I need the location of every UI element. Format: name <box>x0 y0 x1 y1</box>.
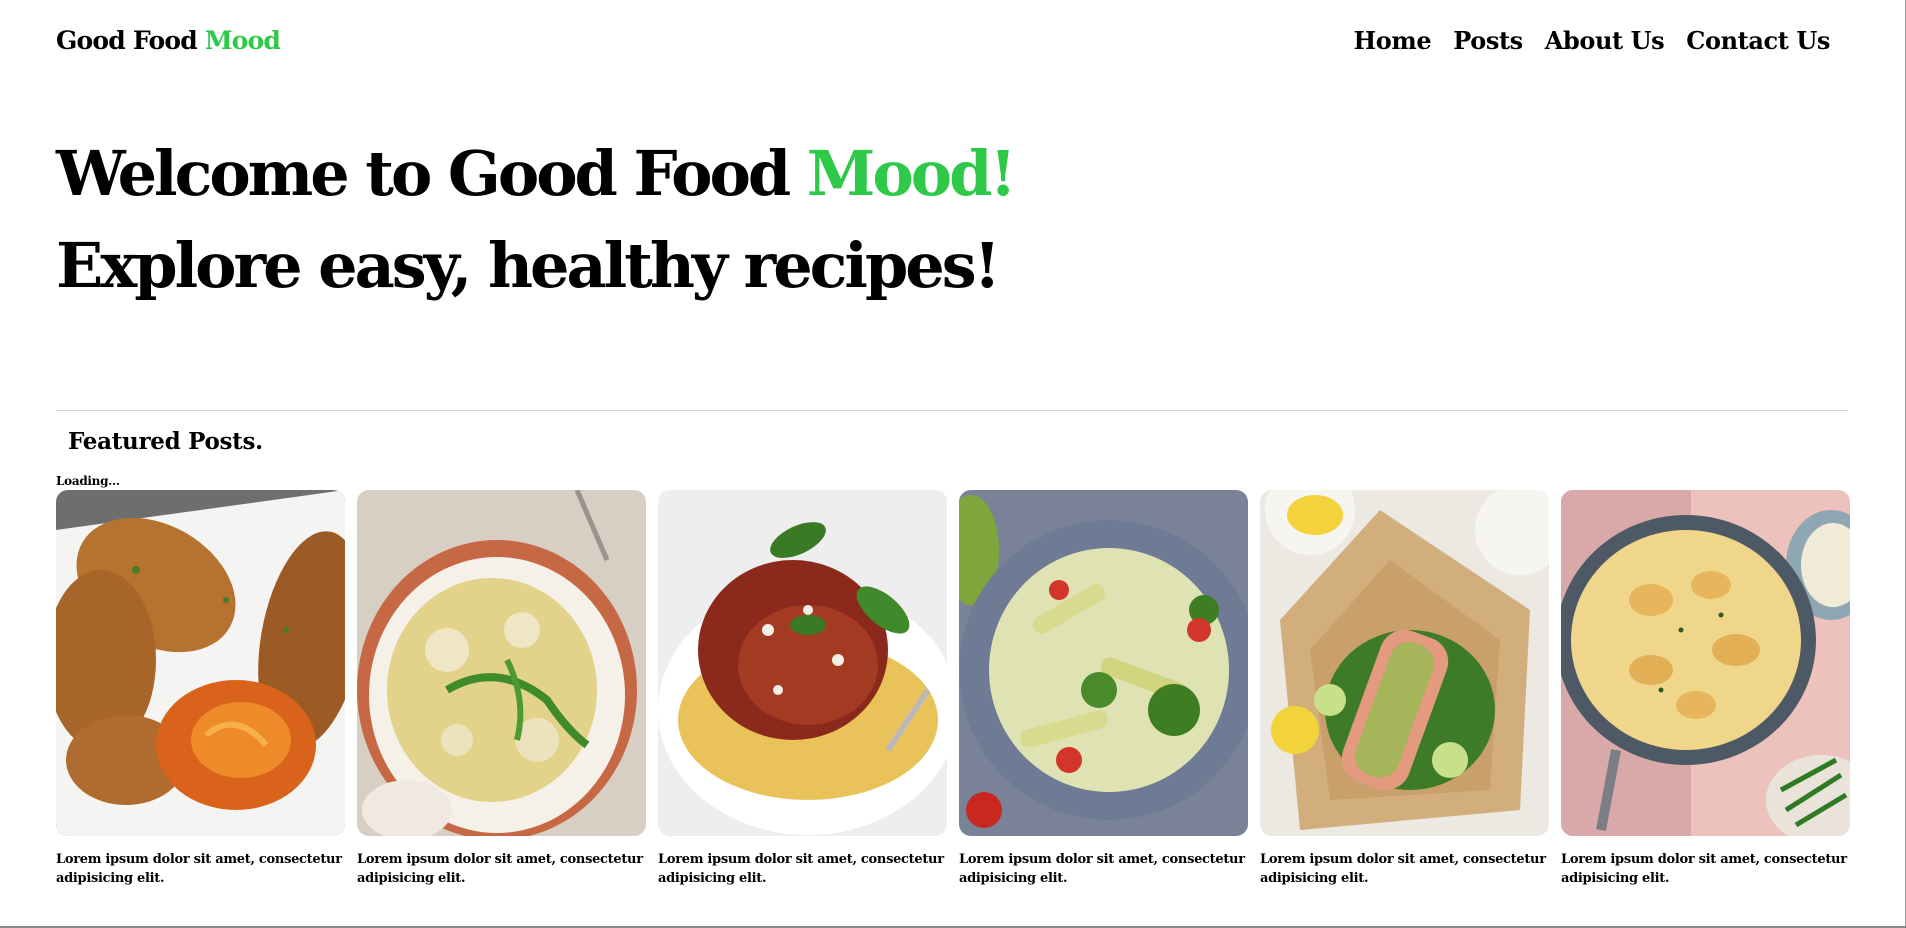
main-nav: Home Posts About Us Contact Us <box>1353 26 1830 55</box>
post-card[interactable]: Lorem ipsum dolor sit amet, consectetur … <box>1260 490 1549 888</box>
post-excerpt: Lorem ipsum dolor sit amet, consectetur … <box>357 852 643 886</box>
post-excerpt: Lorem ipsum dolor sit amet, consectetur … <box>658 852 944 886</box>
section-divider <box>56 410 1848 411</box>
nav-home-link[interactable]: Home <box>1353 26 1431 55</box>
post-excerpt: Lorem ipsum dolor sit amet, consectetur … <box>1260 852 1546 886</box>
nav-about-link[interactable]: About Us <box>1545 26 1665 55</box>
hero-subtitle: Explore easy, healthy recipes! <box>56 229 1001 302</box>
hero-title-accent: Mood! <box>806 137 1017 210</box>
logo-main-text: Good Food <box>56 26 205 55</box>
hero-title-main: Welcome to Good Food <box>56 137 807 210</box>
loading-indicator: Loading... <box>56 474 120 488</box>
nav-contact-link[interactable]: Contact Us <box>1686 26 1830 55</box>
post-excerpt: Lorem ipsum dolor sit amet, consectetur … <box>56 852 342 886</box>
featured-posts-title: Featured Posts. <box>68 428 263 455</box>
post-card[interactable]: Lorem ipsum dolor sit amet, consectetur … <box>1561 490 1850 888</box>
post-excerpt: Lorem ipsum dolor sit amet, consectetur … <box>959 852 1245 886</box>
nav-posts-link[interactable]: Posts <box>1453 26 1523 55</box>
site-header: Good Food Mood Home Posts About Us Conta… <box>56 22 1830 62</box>
post-card[interactable]: Lorem ipsum dolor sit amet, consectetur … <box>56 490 345 888</box>
post-excerpt: Lorem ipsum dolor sit amet, consectetur … <box>1561 852 1847 886</box>
chicken-tenders-image[interactable] <box>56 490 345 836</box>
site-logo[interactable]: Good Food Mood <box>56 26 281 55</box>
creamy-chicken-image[interactable] <box>1561 490 1850 836</box>
spaghetti-bolognese-image[interactable] <box>658 490 947 836</box>
hero-section: Welcome to Good Food Mood! Explore easy,… <box>56 128 1017 312</box>
salmon-parcel-image[interactable] <box>1260 490 1549 836</box>
post-card[interactable]: Lorem ipsum dolor sit amet, consectetur … <box>357 490 646 888</box>
logo-accent-text: Mood <box>204 26 281 55</box>
penne-broccoli-image[interactable] <box>959 490 1248 836</box>
hero-title: Welcome to Good Food Mood! <box>56 128 1017 220</box>
cauliflower-pasta-image[interactable] <box>357 490 646 836</box>
post-card[interactable]: Lorem ipsum dolor sit amet, consectetur … <box>658 490 947 888</box>
featured-posts-list: Lorem ipsum dolor sit amet, consectetur … <box>56 490 1850 888</box>
post-card[interactable]: Lorem ipsum dolor sit amet, consectetur … <box>959 490 1248 888</box>
